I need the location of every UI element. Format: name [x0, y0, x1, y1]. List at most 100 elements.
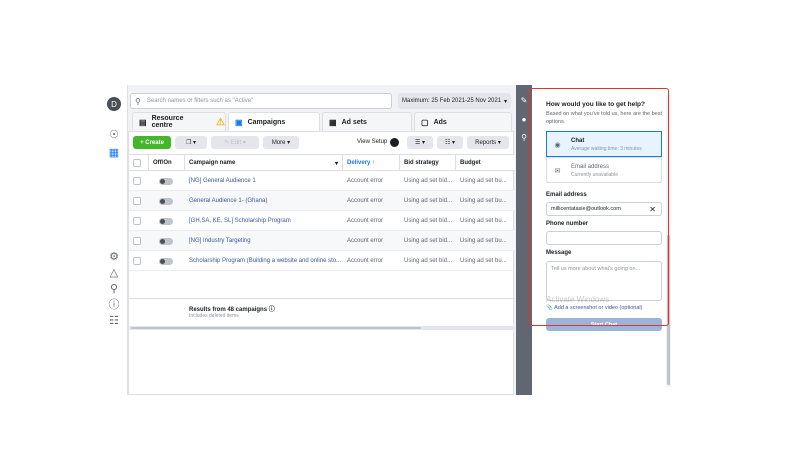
reports-label: Reports	[475, 139, 497, 146]
bid-strategy: Using ad set bid...	[404, 178, 453, 184]
on-off-toggle[interactable]	[159, 257, 173, 265]
info-icon: ⓘ	[268, 307, 275, 313]
results-count: Results from 48 campaigns ⓘ	[189, 304, 275, 313]
budget: Using ad set bu...	[460, 198, 507, 204]
row-checkbox[interactable]	[133, 197, 141, 205]
header-budget[interactable]: Budget	[456, 155, 515, 171]
level-tabs: ▤ Resource centre ⚠ ▣ Campaigns ▦ Ad set…	[128, 112, 514, 131]
toolbar: + Create ❐ ▾ ✎ Edit ▾ More ▾ View Setup …	[129, 132, 515, 154]
start-chat-label: Start Chat	[590, 321, 618, 328]
on-off-toggle[interactable]	[159, 177, 173, 185]
horizontal-scrollbar[interactable]	[129, 326, 515, 330]
zoom-icon[interactable]: ⚲	[519, 132, 529, 142]
tab-campaigns[interactable]: ▣ Campaigns	[228, 112, 320, 131]
scrollbar-thumb[interactable]	[667, 235, 670, 385]
delivery-status: Account error	[347, 198, 384, 204]
tab-ads[interactable]: ▢ Ads	[414, 112, 512, 131]
date-range-label: Maximum: 25 Feb 2021-25 Nov 2021	[402, 98, 502, 104]
tab-ad-sets[interactable]: ▦ Ad sets	[322, 112, 412, 131]
phone-field[interactable]	[546, 231, 662, 245]
side-tool-strip: ✎ ● ⚲	[516, 85, 532, 395]
tab-resource-centre[interactable]: ▤ Resource centre ⚠	[132, 112, 226, 131]
duplicate-icon: ❐	[185, 140, 192, 146]
delivery-status: Account error	[347, 258, 384, 264]
campaigns-table-icon[interactable]: ▦	[105, 143, 123, 161]
start-chat-button[interactable]: Start Chat	[546, 318, 662, 331]
document-icon: ▤	[139, 117, 147, 127]
table-row[interactable]: [GH,SA, KE, SL] Scholarship Program Acco…	[129, 211, 515, 231]
attach-screenshot-link[interactable]: 📎 Add a screenshot or video (optional)	[546, 305, 642, 311]
delivery-status: Account error	[347, 238, 384, 244]
chat-option[interactable]: ◉ Chat Average waiting time: 3 minutes	[546, 131, 662, 157]
view-setup-label: View Setup	[357, 139, 388, 145]
search-input[interactable]: ⚲ Search names or filters such as "Activ…	[130, 93, 392, 109]
table-row[interactable]: Scholarship Program (Building a website …	[129, 251, 515, 271]
date-range-selector[interactable]: Maximum: 25 Feb 2021-25 Nov 2021 ▾	[398, 93, 511, 109]
email-value: millicentatasie@outlook.com	[551, 206, 621, 212]
table-row[interactable]: [NG] General Audience 1 Account error Us…	[129, 171, 515, 191]
budget: Using ad set bu...	[460, 258, 507, 264]
edit-label: Edit	[230, 139, 242, 146]
more-button[interactable]: More ▾	[263, 136, 299, 149]
on-off-toggle[interactable]	[159, 217, 173, 225]
warning-icon: ⚠	[216, 116, 225, 128]
paperclip-icon: 📎	[546, 305, 553, 311]
table-header: Off/On Campaign name ▾ Delivery ↑ Bid st…	[129, 154, 515, 171]
table-row[interactable]: General Audience 1- (Ghana) Account erro…	[129, 191, 515, 211]
search-placeholder: Search names or filters such as "Active"	[146, 98, 254, 104]
columns-button[interactable]: ☰ ▾	[407, 136, 433, 149]
scrollbar-thumb[interactable]	[131, 327, 421, 329]
folder-icon: ▣	[235, 117, 243, 127]
canvas: D ☉ ▦ ⚙ △ ⚲ ⓘ ☷ ⚲ Search names or filter…	[0, 0, 800, 450]
header-onoff[interactable]: Off/On	[149, 155, 185, 171]
campaign-name-link[interactable]: Scholarship Program (Building a website …	[185, 251, 343, 271]
account-avatar[interactable]: D	[105, 95, 123, 113]
create-button[interactable]: + Create	[133, 136, 171, 149]
header-campaign-label: Campaign name	[189, 160, 236, 166]
email-option[interactable]: ✉ Email address Currently unavailable	[546, 157, 662, 183]
edit-button[interactable]: ✎ Edit ▾	[211, 136, 259, 149]
ad-icon: ▢	[421, 117, 429, 127]
budget: Using ad set bu...	[460, 218, 507, 224]
row-checkbox[interactable]	[133, 177, 141, 185]
row-checkbox[interactable]	[133, 217, 141, 225]
header-delivery[interactable]: Delivery ↑	[343, 155, 400, 171]
on-off-toggle[interactable]	[159, 197, 173, 205]
view-setup-toggle[interactable]	[390, 138, 399, 147]
attach-label: Add a screenshot or video (optional)	[554, 305, 643, 311]
duplicate-button[interactable]: ❐ ▾	[175, 136, 207, 149]
header-campaign-name[interactable]: Campaign name ▾	[185, 155, 343, 171]
more-label: More	[271, 139, 286, 146]
header-bid-strategy[interactable]: Bid strategy	[400, 155, 456, 171]
reports-button[interactable]: Reports ▾	[467, 136, 509, 149]
row-checkbox[interactable]	[133, 237, 141, 245]
help-title: How would you like to get help?	[546, 101, 645, 108]
budget: Using ad set bu...	[460, 178, 507, 184]
campaign-name-link[interactable]: [GH,SA, KE, SL] Scholarship Program	[185, 211, 343, 231]
mail-icon: ✉	[554, 167, 561, 175]
campaign-name-link[interactable]: General Audience 1- (Ghana)	[185, 191, 343, 211]
results-note: Includes deleted items	[189, 313, 239, 319]
phone-label: Phone number	[546, 221, 589, 227]
table-row[interactable]: [NG] Industry Targeting Account error Us…	[129, 231, 515, 251]
help-circle-icon[interactable]: ●	[519, 114, 529, 124]
on-off-toggle[interactable]	[159, 237, 173, 245]
campaign-name-link[interactable]: [NG] General Audience 1	[185, 171, 343, 191]
help-panel-scrollbar[interactable]	[666, 95, 671, 387]
campaign-name-link[interactable]: [NG] Industry Targeting	[185, 231, 343, 251]
chat-icon: ◉	[554, 141, 561, 149]
bid-strategy: Using ad set bid...	[404, 218, 453, 224]
option-title: Chat	[571, 138, 585, 144]
email-label: Email address	[546, 192, 587, 198]
dashboard-icon[interactable]: ☉	[105, 125, 123, 143]
pencil-icon: ✎	[224, 140, 230, 146]
breakdown-button[interactable]: ☷ ▾	[437, 136, 463, 149]
select-all-checkbox[interactable]	[133, 159, 141, 167]
pencil-icon[interactable]: ✎	[519, 95, 529, 105]
budget: Using ad set bu...	[460, 238, 507, 244]
email-field[interactable]: millicentatasie@outlook.com ✕	[546, 202, 662, 216]
row-checkbox[interactable]	[133, 257, 141, 265]
clear-icon[interactable]: ✕	[649, 205, 656, 214]
reports-icon[interactable]: ☷	[105, 311, 123, 329]
tab-label: Campaigns	[247, 118, 286, 126]
